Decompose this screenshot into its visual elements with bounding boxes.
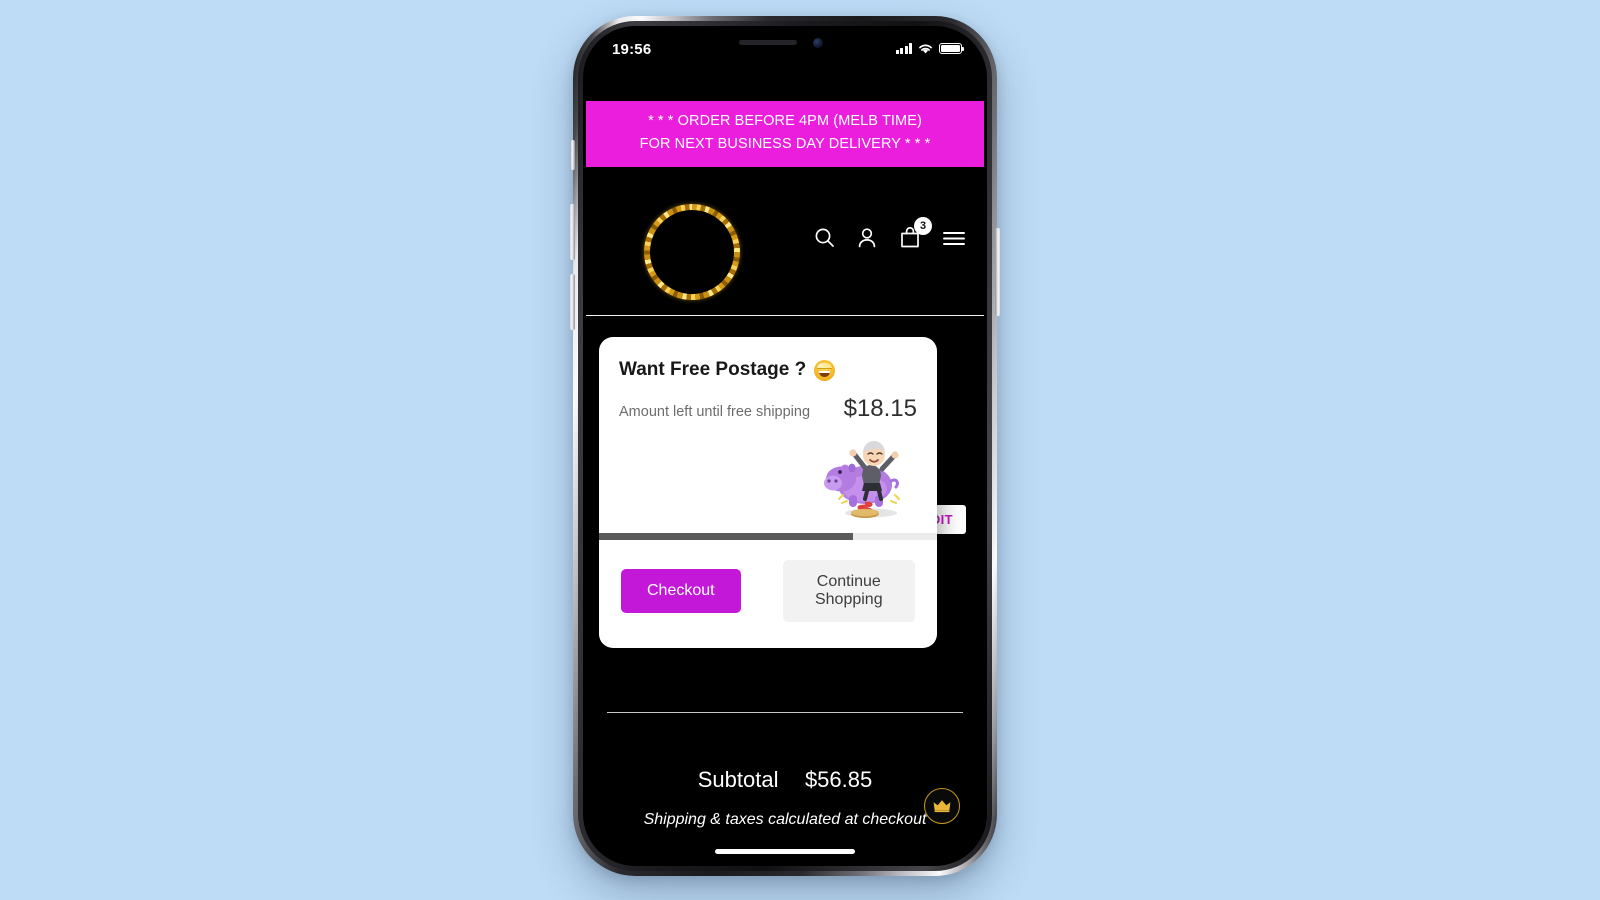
home-indicator[interactable] xyxy=(715,849,855,854)
continue-shopping-button[interactable]: Continue Shopping xyxy=(782,560,915,622)
power-button[interactable] xyxy=(995,228,1000,316)
silence-switch-button[interactable] xyxy=(571,140,575,170)
subtotal-label: Subtotal xyxy=(697,767,779,792)
bitmoji-riding-hippo-illustration xyxy=(819,429,911,521)
shopify-cart-app: * * * ORDER BEFORE 4PM (MELB TIME) FOR N… xyxy=(586,29,984,863)
header-icon-group: 3 xyxy=(813,217,966,251)
volume-down-button[interactable] xyxy=(570,274,575,330)
promo-banner: * * * ORDER BEFORE 4PM (MELB TIME) FOR N… xyxy=(586,101,984,167)
status-bar-icons xyxy=(895,42,965,55)
device-bezel: * * * ORDER BEFORE 4PM (MELB TIME) FOR N… xyxy=(583,26,987,866)
phone-device: * * * ORDER BEFORE 4PM (MELB TIME) FOR N… xyxy=(570,16,1000,876)
cart-icon[interactable]: 3 xyxy=(899,217,932,251)
device-notch xyxy=(697,29,873,59)
subtotal-row: Subtotal $56.85 xyxy=(586,767,984,793)
cart-count-badge: 3 xyxy=(914,217,932,235)
earpiece-speaker xyxy=(739,40,797,45)
battery-full-icon xyxy=(939,42,965,55)
promo-banner-line1: * * * ORDER BEFORE 4PM (MELB TIME) xyxy=(648,113,922,129)
status-bar-time: 19:56 xyxy=(612,41,652,58)
cellular-bars-icon xyxy=(895,43,912,54)
subtotal-value: $56.85 xyxy=(804,767,873,792)
free-shipping-modal: Want Free Postage ? Amount left until fr… xyxy=(599,337,937,648)
gold-ring-logo[interactable] xyxy=(644,204,740,300)
search-icon[interactable] xyxy=(813,225,837,251)
site-header: 3 xyxy=(586,189,984,316)
free-shipping-progress-track xyxy=(599,533,937,540)
hamburger-menu-icon[interactable] xyxy=(942,225,966,251)
account-icon[interactable] xyxy=(856,225,880,251)
phone-screen: * * * ORDER BEFORE 4PM (MELB TIME) FOR N… xyxy=(586,29,984,863)
checkout-button[interactable]: Checkout xyxy=(621,569,741,613)
front-camera xyxy=(813,38,823,48)
free-shipping-remaining-label: Amount left until free shipping xyxy=(619,404,811,420)
shipping-taxes-note: Shipping & taxes calculated at checkout xyxy=(643,811,927,828)
volume-up-button[interactable] xyxy=(570,204,575,260)
modal-title: Want Free Postage ? xyxy=(619,359,807,380)
modal-action-row: Checkout Continue Shopping xyxy=(599,540,937,648)
wifi-icon xyxy=(919,44,932,54)
star-struck-emoji xyxy=(814,359,836,381)
modal-title-row: Want Free Postage ? xyxy=(619,359,917,381)
free-shipping-remaining-amount: $18.15 xyxy=(843,395,917,422)
section-divider xyxy=(607,712,963,713)
modal-content: Want Free Postage ? Amount left until fr… xyxy=(599,337,937,533)
free-shipping-progress-fill xyxy=(599,533,853,540)
crown-icon[interactable] xyxy=(924,788,960,824)
modal-subtitle-row: Amount left until free shipping $18.15 xyxy=(619,395,917,423)
promo-banner-line2: FOR NEXT BUSINESS DAY DELIVERY * * * xyxy=(639,136,931,152)
